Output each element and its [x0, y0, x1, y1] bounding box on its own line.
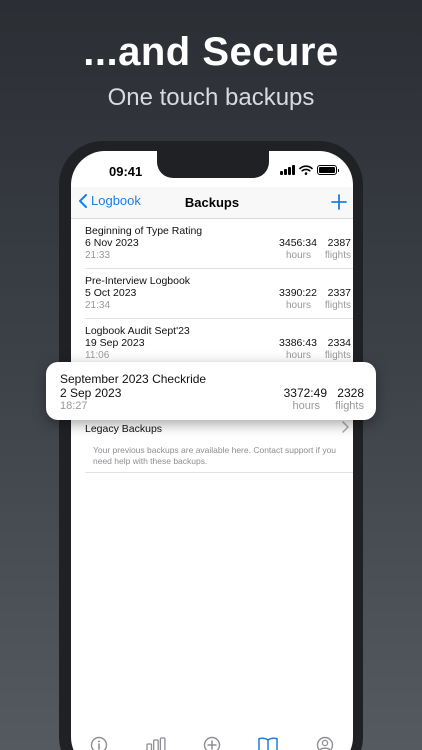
notch [157, 151, 269, 178]
hours-unit: hours [285, 350, 311, 361]
navigation-bar: Logbook Backups [71, 187, 353, 219]
backup-hours: 3456:34 [279, 237, 317, 249]
backup-time: 18:27 [60, 400, 88, 412]
flights-unit: flights [335, 400, 364, 412]
tab-add-entry[interactable] [200, 733, 224, 750]
add-circle-icon [203, 736, 221, 750]
highlighted-backup-card[interactable]: September 2023 Checkride 2 Sep 2023 18:2… [46, 362, 376, 420]
legacy-backups-row[interactable]: Legacy Backups Your previous backups are… [85, 419, 353, 473]
backup-hours: 3390:22 [279, 287, 317, 299]
backup-row[interactable]: Beginning of Type Rating 6 Nov 2023 21:3… [85, 219, 353, 269]
backup-time: 21:34 [85, 300, 111, 311]
profile-icon [316, 736, 333, 750]
backup-date: 5 Oct 2023 [85, 287, 137, 299]
chevron-right-icon [342, 421, 350, 436]
add-backup-button[interactable] [331, 190, 347, 214]
status-icons [280, 165, 339, 175]
backup-row[interactable]: Pre-Interview Logbook 5 Oct 2023 21:34 3… [85, 269, 353, 319]
status-time: 09:41 [109, 164, 143, 179]
flights-unit: flights [324, 300, 351, 311]
backup-name: Logbook Audit Sept'23 [85, 325, 190, 337]
tab-bar [71, 731, 353, 750]
backup-flights: 2334 [327, 337, 351, 349]
backup-time: 11:06 [85, 350, 110, 361]
legacy-backups-label: Legacy Backups [85, 423, 163, 435]
backup-date: 6 Nov 2023 [85, 237, 139, 249]
tab-statistics[interactable] [144, 733, 168, 750]
backup-name: Pre-Interview Logbook [85, 275, 191, 287]
book-icon [258, 737, 279, 750]
backup-name: September 2023 Checkride [60, 372, 207, 386]
legacy-backups-note: Your previous backups are available here… [93, 445, 337, 466]
headline: ...and Secure [83, 30, 339, 74]
backup-date: 2 Sep 2023 [60, 386, 122, 400]
plus-icon [331, 194, 347, 210]
backup-list: Beginning of Type Rating 6 Nov 2023 21:3… [71, 219, 353, 369]
wifi-icon [299, 165, 313, 175]
bar-chart-icon [145, 737, 166, 750]
page-title: Backups [184, 195, 240, 210]
tab-logbook[interactable] [256, 733, 280, 750]
flights-unit: flights [324, 350, 351, 361]
backup-time: 21:33 [85, 250, 111, 261]
backup-name: Beginning of Type Rating [85, 225, 203, 237]
subline: One touch backups [107, 84, 315, 111]
backup-hours: 3386:43 [279, 337, 317, 349]
flights-unit: flights [324, 250, 351, 261]
hours-unit: hours [285, 300, 311, 311]
backup-date: 19 Sep 2023 [85, 337, 145, 349]
backup-flights: 2337 [327, 287, 351, 299]
backup-flights: 2387 [327, 237, 351, 249]
hours-unit: hours [285, 250, 311, 261]
battery-icon [317, 165, 339, 175]
backup-flights: 2328 [337, 386, 364, 400]
phone-screen: 09:41 Logbook Backups Beginning of Type … [71, 151, 353, 750]
info-icon [90, 736, 108, 750]
cellular-signal-icon [280, 165, 295, 175]
tab-info[interactable] [87, 733, 111, 750]
backup-hours: 3372:49 [283, 386, 327, 400]
tab-profile[interactable] [313, 733, 337, 750]
hours-unit: hours [292, 400, 320, 412]
